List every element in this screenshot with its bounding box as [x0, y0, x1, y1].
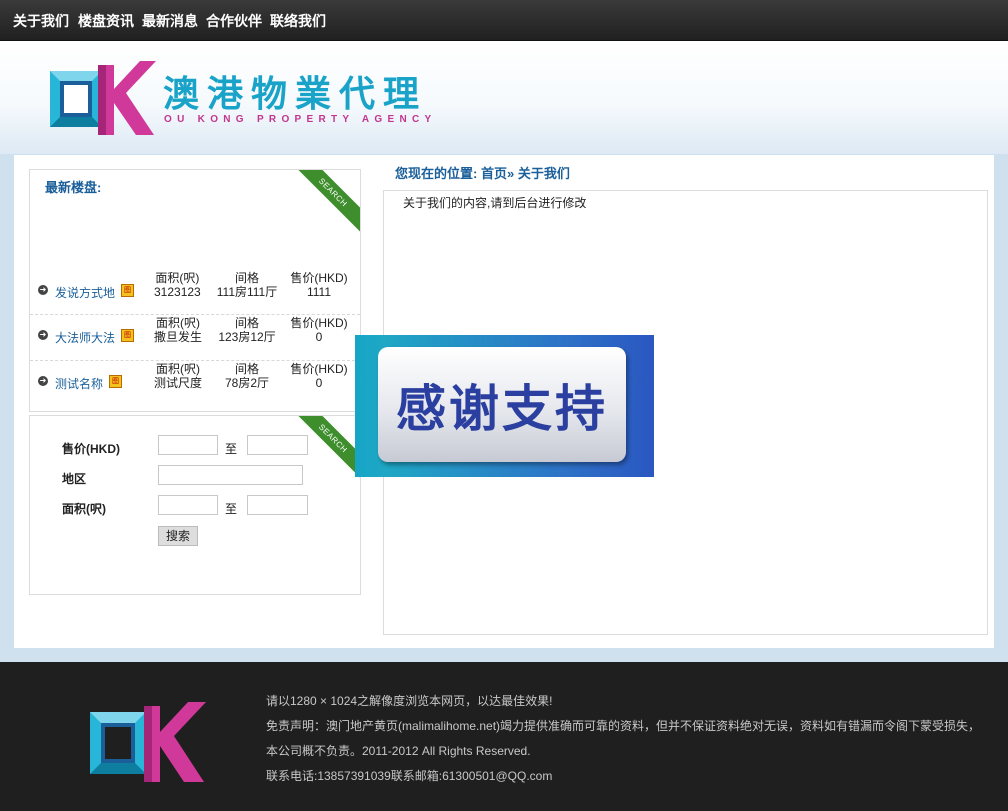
area-column: 面积(呎) 测试尺度	[154, 362, 203, 390]
photo-icon: 图	[109, 375, 122, 388]
arrow-icon: ➜	[38, 330, 48, 340]
price-column: 售价(HKD) 1111	[290, 271, 348, 299]
footer-disclaimer: 免责声明：澳门地产黄页(malimalihome.net)竭力提供准确而可靠的资…	[266, 719, 981, 733]
thanks-text: 感谢支持	[396, 381, 608, 437]
thanks-card: 感谢支持	[378, 347, 626, 462]
breadcrumb-current: 关于我们	[517, 166, 570, 181]
footer-resolution-note: 请以1280 × 1024之解像度浏览本网页，以达最佳效果!	[266, 694, 553, 708]
breadcrumb-home-link[interactable]: 首页	[481, 166, 507, 181]
district-input[interactable]	[158, 465, 303, 485]
footer-copyright: 本公司概不负责。2011-2012 All Rights Reserved.	[266, 744, 531, 758]
breadcrumb: 您现在的位置: 首页» 关于我们	[395, 163, 570, 182]
property-name-link[interactable]: 发说方式地	[55, 284, 115, 301]
thanks-popup[interactable]: 感谢支持	[355, 335, 654, 477]
area-to-label: 至	[225, 502, 238, 516]
price-min-input[interactable]	[158, 435, 218, 455]
property-row[interactable]: ➜ 大法师大法 图 面积(呎) 撒旦发生 间格 123房12厅 售价(HKD) 0	[30, 314, 360, 360]
search-panel: SEARCH 售价(HKD) 至 地区 面积(呎) 至 搜索	[29, 415, 361, 595]
area-max-input[interactable]	[247, 495, 308, 515]
property-name-link[interactable]: 大法师大法	[55, 329, 115, 346]
breadcrumb-separator: »	[506, 166, 515, 181]
area-label: 面积(呎)	[62, 502, 106, 516]
nav-about[interactable]: 关于我们	[13, 11, 69, 31]
logo-english-name: OU KONG PROPERTY AGENCY	[164, 114, 437, 125]
property-name-link[interactable]: 测试名称	[55, 375, 103, 392]
price-to-label: 至	[225, 442, 238, 456]
property-row[interactable]: ➜ 测试名称 图 面积(呎) 测试尺度 间格 78房2厅 售价(HKD) 0	[30, 360, 360, 406]
district-label: 地区	[62, 472, 87, 486]
footer-contact: 联系电话:13857391039联系邮箱:61300501@QQ.com	[266, 769, 553, 783]
nav-partners[interactable]: 合作伙伴	[206, 11, 262, 31]
property-row[interactable]: ➜ 发说方式地 图 面积(呎) 3123123 间格 111房111厅 售价(HKD…	[30, 270, 360, 315]
area-min-input[interactable]	[158, 495, 218, 515]
price-column: 售价(HKD) 0	[290, 362, 348, 390]
nav-property-news[interactable]: 楼盘资讯	[78, 11, 134, 31]
area-column: 面积(呎) 3123123	[154, 271, 201, 299]
layout-column: 间格 123房12厅	[218, 316, 276, 344]
layout-column: 间格 78房2厅	[224, 362, 270, 390]
ok-logo-icon[interactable]	[48, 61, 158, 140]
price-column: 售价(HKD) 0	[290, 316, 348, 344]
nav-contact[interactable]: 联络我们	[270, 11, 326, 31]
latest-properties-panel: SEARCH 最新楼盘: ➜ 发说方式地 图 面积(呎) 3123123 间格 11…	[29, 169, 361, 412]
search-button[interactable]: 搜索	[158, 526, 198, 546]
search-ribbon: SEARCH	[288, 170, 360, 238]
arrow-icon: ➜	[38, 285, 48, 295]
site-footer: 请以1280 × 1024之解像度浏览本网页，以达最佳效果! 免责声明：澳门地产…	[0, 662, 1008, 811]
area-column: 面积(呎) 撒旦发生	[154, 316, 203, 344]
price-max-input[interactable]	[247, 435, 308, 455]
latest-properties-title: 最新楼盘:	[45, 180, 102, 195]
photo-icon: 图	[121, 284, 134, 297]
arrow-icon: ➜	[38, 376, 48, 386]
nav-latest-news[interactable]: 最新消息	[142, 11, 198, 31]
layout-column: 间格 111房111厅	[216, 271, 278, 299]
content-text: 关于我们的内容,请到后台进行修改	[403, 196, 587, 210]
footer-ok-logo-icon	[88, 700, 208, 787]
price-label: 售价(HKD)	[62, 442, 120, 456]
site-header: 澳港物業代理 OU KONG PROPERTY AGENCY	[0, 41, 1008, 154]
breadcrumb-prefix: 您现在的位置:	[395, 166, 478, 181]
photo-icon: 图	[121, 329, 134, 342]
logo-chinese-name: 澳港物業代理	[163, 73, 428, 114]
top-nav: 关于我们 楼盘资讯 最新消息 合作伙伴 联络我们	[0, 0, 1008, 41]
